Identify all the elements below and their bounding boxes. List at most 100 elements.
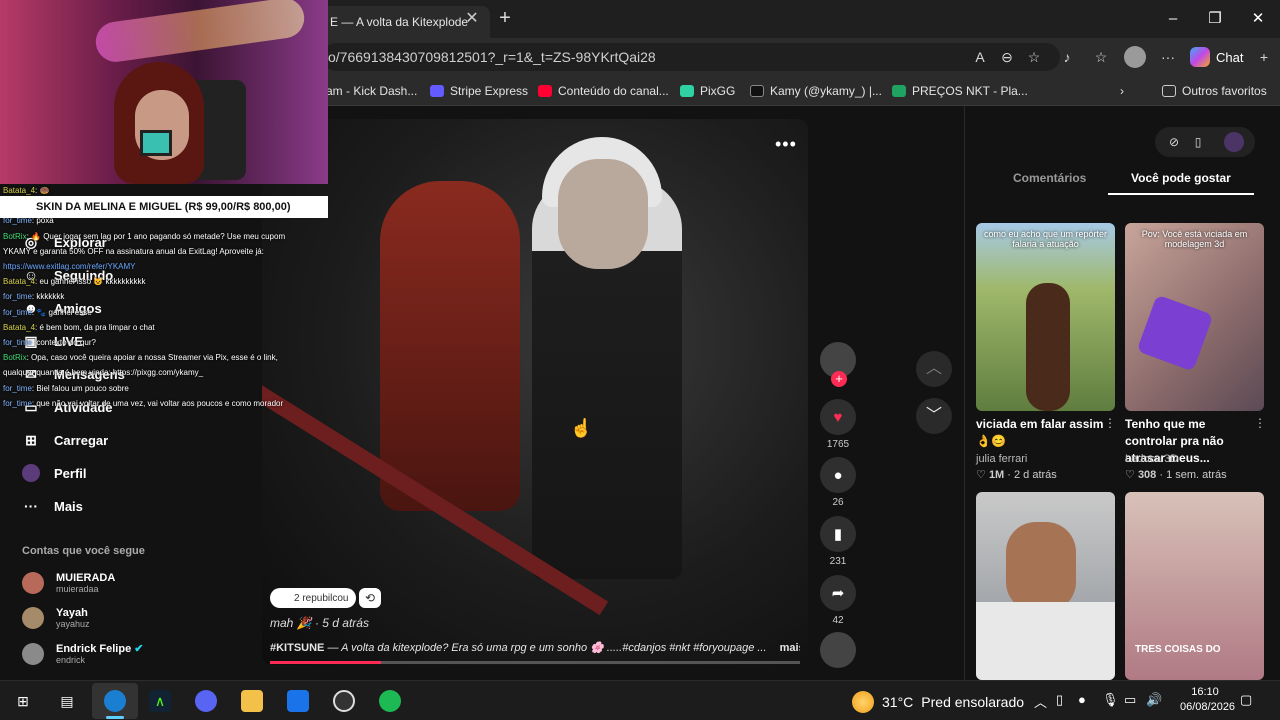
bookmark-item[interactable]: PREÇOS NKT - Pla... — [892, 81, 1028, 101]
tray-record-icon[interactable]: ● — [1078, 692, 1086, 707]
account-name: Endrick Felipe — [56, 643, 132, 655]
zoom-icon[interactable]: ⊖ — [997, 47, 1017, 67]
extensions-icon[interactable]: ♪ — [1057, 47, 1077, 67]
bookmarks-overflow-icon[interactable]: › — [1120, 81, 1124, 101]
bookmark-label: Stripe Express — [450, 84, 529, 98]
bookmark-item[interactable]: Stripe Express — [430, 81, 528, 101]
video-progress-bar[interactable] — [270, 661, 800, 664]
spotify-icon[interactable] — [379, 690, 401, 712]
chat-text[interactable]: https://www.exitlag.com/refer/YKAMY — [3, 262, 136, 271]
network-icon[interactable]: ▭ — [1124, 692, 1136, 708]
card-time: 2 d atrás — [1014, 469, 1057, 481]
obs-icon[interactable] — [333, 690, 355, 712]
close-tab-icon[interactable]: ✕ — [463, 10, 481, 28]
followed-account[interactable]: Endrick Felipe ✔ endrick — [22, 642, 143, 665]
bookmark-item[interactable]: PixGG — [680, 81, 735, 101]
chat-text: : contexto do qur? — [31, 338, 96, 347]
video-author[interactable]: mah 🎉 · 5 d atrás — [270, 616, 369, 630]
card-overlay-text: como eu acho que um repórter falaria a a… — [983, 229, 1108, 249]
chat-username: BotRix — [3, 231, 27, 241]
tab-voce-pode-gostar[interactable]: Você pode gostar — [1131, 171, 1231, 185]
menu-dots-icon[interactable]: ··· — [1158, 47, 1178, 67]
phone-icon[interactable]: ▯ — [1191, 135, 1205, 149]
save-button[interactable]: ▮ 231 — [820, 516, 856, 567]
tray-overflow-icon[interactable]: ︿ — [1034, 692, 1047, 711]
card-author[interactable]: Ledoca 3D — [1125, 453, 1178, 465]
follow-plus-icon[interactable]: + — [831, 371, 847, 387]
video-player[interactable] — [262, 119, 808, 665]
card-title[interactable]: viciada em falar assim 👌😊 — [976, 416, 1106, 450]
favorite-star-icon[interactable]: ☆ — [1024, 47, 1044, 67]
sidebar-item-mais[interactable]: ··· Mais — [22, 496, 83, 516]
card-author[interactable]: julia ferrari — [976, 453, 1027, 465]
sidebar-item-carregar[interactable]: ⊞ Carregar — [22, 430, 108, 450]
new-tab-button[interactable]: + — [495, 8, 515, 28]
windows-start-icon[interactable]: ⊞ — [12, 690, 34, 712]
like-button[interactable]: ♥ 1765 — [820, 399, 856, 450]
share-button[interactable]: ➦ 42 — [820, 575, 856, 626]
user-avatar-icon[interactable] — [1224, 132, 1244, 152]
repost-pill[interactable]: 2 repubilcou — [270, 588, 357, 608]
address-bar[interactable]: o/7669138430709812501?_r=1&_t=ZS-98YKrtQ… — [322, 43, 1060, 71]
volume-icon[interactable]: 🔊 — [1146, 692, 1162, 708]
led-strip — [93, 0, 307, 65]
bookmark-item[interactable]: am - Kick Dash... — [326, 81, 417, 101]
file-explorer-icon[interactable] — [241, 690, 263, 712]
bookmark-item[interactable]: Kamy (@ykamy_) |... — [750, 81, 882, 101]
microphone — [140, 130, 172, 156]
notification-icon[interactable]: ▢ — [1240, 692, 1252, 708]
disable-icon[interactable]: ⊘ — [1167, 135, 1181, 149]
kick-app-icon[interactable]: ∧ — [149, 690, 171, 712]
chat-username: for_time — [3, 398, 32, 408]
card-tablet — [1136, 294, 1214, 372]
sidebar-item-label: Carregar — [54, 432, 109, 448]
mail-icon[interactable] — [287, 690, 309, 712]
video-more-icon[interactable]: ••• — [775, 134, 797, 155]
bookmark-label: Kamy (@ykamy_) |... — [770, 84, 882, 98]
clock[interactable]: 16:10 06/08/2026 — [1180, 685, 1235, 715]
restore-icon[interactable]: ❐ — [1204, 9, 1226, 29]
translate-icon[interactable]: A — [970, 47, 990, 67]
favorites-icon[interactable]: ☆ — [1091, 47, 1111, 67]
chat-text: : Opa, caso você queira apoiar a nossa S… — [26, 353, 278, 363]
chat-message: Batata_4: eu ganhei isso 😺 kkkkkkkkkk — [3, 277, 145, 286]
chat-username: Batata_4 — [3, 322, 36, 332]
caption-hashtag[interactable]: #KITSUNE — [270, 642, 324, 654]
close-window-icon[interactable]: ✕ — [1247, 9, 1269, 29]
next-video-icon[interactable]: ﹀ — [916, 398, 952, 434]
recommended-video-card[interactable]: como eu acho que um repórter falaria a a… — [976, 223, 1115, 411]
sidebar-item-perfil[interactable]: Perfil — [22, 463, 87, 483]
microphone-icon[interactable]: 🎙 — [1102, 692, 1119, 708]
card-menu-icon[interactable]: ⋮ — [1254, 416, 1266, 430]
edge-icon[interactable] — [104, 690, 126, 712]
mouse-cursor-icon: ☝ — [570, 418, 593, 438]
followed-account[interactable]: MUIERADA muieradaa — [22, 572, 115, 594]
account-handle: endrick — [56, 655, 86, 665]
card-likes: 1M — [988, 469, 1005, 481]
discord-icon[interactable] — [195, 690, 217, 712]
task-view-icon[interactable]: ▤ — [56, 690, 78, 712]
copilot-chat-button[interactable]: Chat — [1190, 45, 1243, 69]
weather-widget[interactable]: 31°C Pred ensolarado — [852, 691, 1024, 713]
previous-video-icon[interactable]: ︿ — [916, 351, 952, 387]
chat-username: BotRix — [3, 353, 27, 363]
tab-comentarios[interactable]: Comentários — [1013, 171, 1086, 185]
caption-more-link[interactable]: mais — [780, 642, 800, 654]
chat-text: YKAMY e garanta 50% OFF na assinatura an… — [3, 246, 264, 256]
bookmark-item[interactable]: Conteúdo do canal... — [538, 81, 669, 101]
comment-button[interactable]: ● 26 — [820, 457, 856, 508]
minimize-icon[interactable]: – — [1162, 9, 1184, 29]
followed-account[interactable]: Yayah yayahuz — [22, 607, 90, 629]
heart-outline-icon: ♡ — [976, 469, 986, 481]
music-disc-icon[interactable] — [820, 632, 856, 668]
more-icon: ··· — [24, 498, 38, 514]
tray-app-icon[interactable]: ▯ — [1056, 692, 1063, 708]
profile-avatar-icon[interactable] — [1124, 46, 1146, 68]
recommended-video-card[interactable] — [976, 492, 1115, 680]
sidebar-icon[interactable]: + — [1254, 47, 1274, 67]
recommended-video-card[interactable]: TRES COISAS DO — [1125, 492, 1264, 680]
card-menu-icon[interactable]: ⋮ — [1104, 416, 1116, 430]
recommended-video-card[interactable]: Pov: Você está viciada em modelagem 3d — [1125, 223, 1264, 411]
repost-icon[interactable]: ⟲ — [359, 588, 381, 608]
other-favorites[interactable]: Outros favoritos — [1162, 81, 1267, 101]
